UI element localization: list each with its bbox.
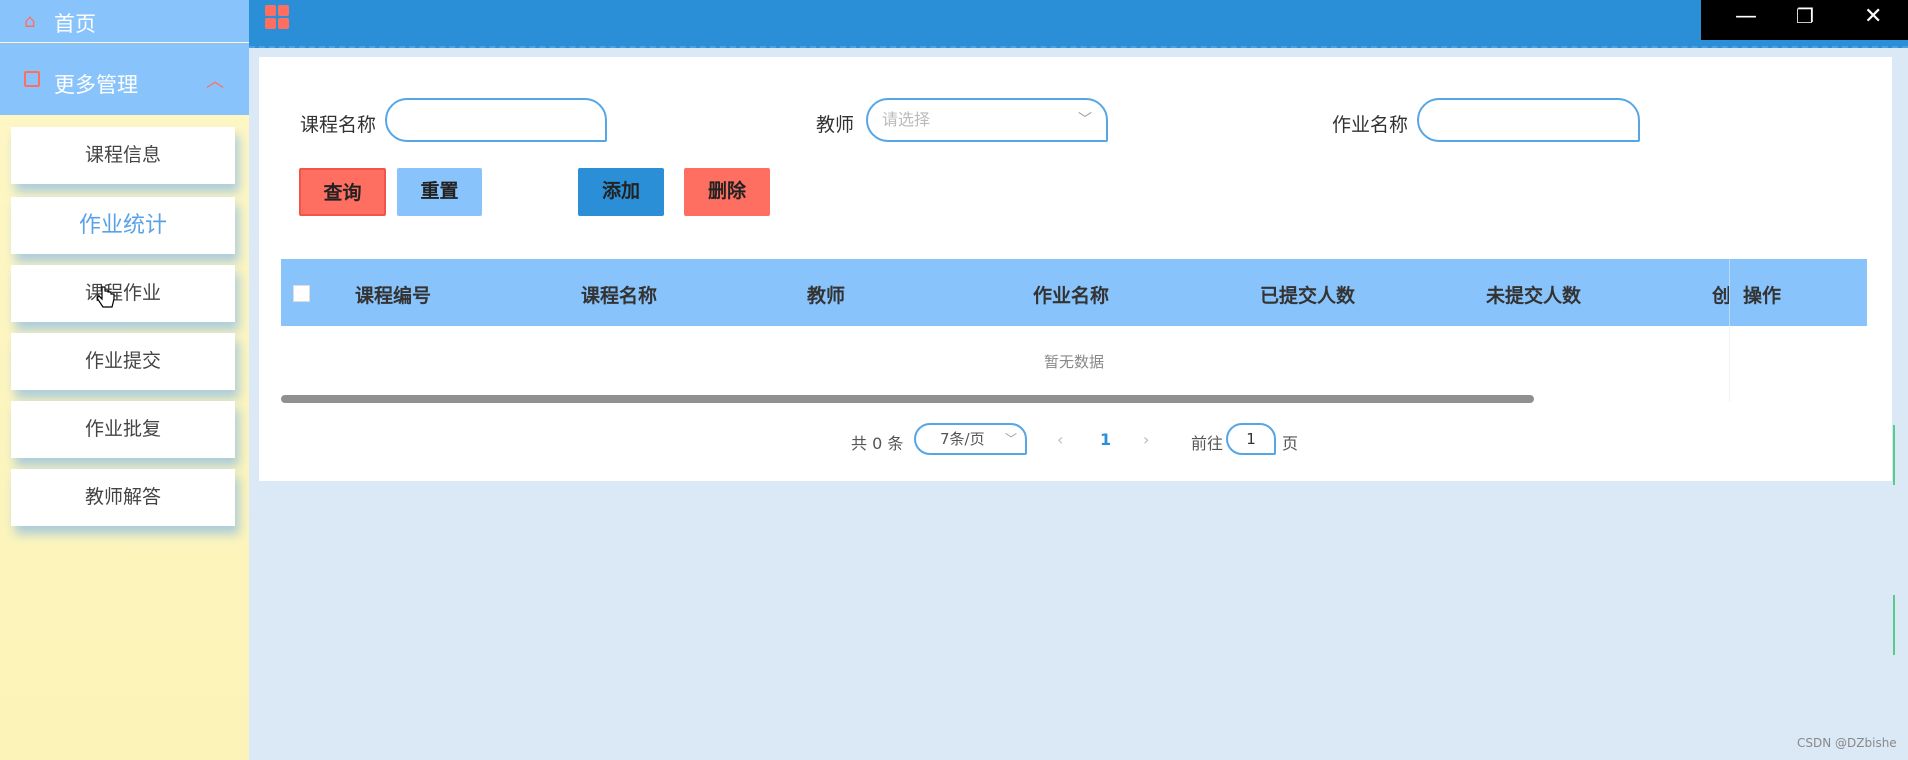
- delete-button[interactable]: 删除: [684, 168, 770, 216]
- sidebar-item-homework-stats[interactable]: 作业统计: [11, 197, 235, 254]
- pagination-total: 共 0 条: [851, 434, 904, 453]
- teacher-select-placeholder: 请选择: [882, 110, 931, 129]
- select-all-checkbox[interactable]: [293, 285, 310, 302]
- sidebar-item-course-homework[interactable]: 课程作业: [11, 265, 235, 322]
- teacher-label: 教师: [816, 114, 855, 136]
- column-course-id[interactable]: 课程编号: [355, 281, 431, 308]
- query-button[interactable]: 查询: [299, 168, 386, 216]
- sidebar-home-label: 首页: [54, 12, 96, 36]
- table-header: 课程编号 课程名称 教师 作业名称 已提交人数 未提交人数 创 操作: [281, 259, 1867, 326]
- course-name-input[interactable]: [385, 98, 607, 142]
- side-scroll-indicator: [1893, 425, 1903, 485]
- grid-menu-icon[interactable]: [265, 5, 291, 31]
- homework-name-input[interactable]: [1417, 98, 1640, 142]
- hand-cursor-icon: [96, 286, 115, 308]
- top-bar: [249, 0, 1908, 48]
- minimize-icon[interactable]: —: [1735, 4, 1757, 29]
- page-size-select[interactable]: 7条/页 ﹀: [914, 423, 1027, 455]
- sidebar: ⌂ 首页 更多管理 ︿ 课程信息 作业统计 课程作业 作业提交 作业批复 教师解…: [0, 0, 249, 760]
- chevron-down-icon: ﹀: [1078, 112, 1092, 128]
- column-actions: 操作: [1743, 285, 1782, 307]
- side-scroll-indicator: [1893, 595, 1903, 655]
- course-name-label: 课程名称: [300, 114, 377, 136]
- sidebar-item-teacher-answer[interactable]: 教师解答: [11, 469, 235, 526]
- add-button[interactable]: 添加: [578, 168, 664, 216]
- sidebar-item-homework-submit[interactable]: 作业提交: [11, 333, 235, 390]
- window-controls: — ❐ ✕: [1701, 0, 1908, 40]
- column-homework-name[interactable]: 作业名称: [1033, 281, 1109, 308]
- sidebar-home[interactable]: ⌂ 首页: [0, 0, 249, 42]
- reset-button[interactable]: 重置: [397, 168, 482, 216]
- horizontal-scrollbar[interactable]: [281, 395, 1534, 403]
- goto-label: 前往: [1191, 434, 1224, 453]
- homework-name-label: 作业名称: [1332, 114, 1409, 136]
- document-icon: [24, 71, 40, 87]
- sidebar-item-course-info[interactable]: 课程信息: [11, 127, 235, 184]
- current-page-number[interactable]: 1: [1100, 430, 1111, 449]
- chevron-up-icon: ︿: [206, 71, 224, 92]
- column-unsubmitted-count[interactable]: 未提交人数: [1486, 281, 1581, 308]
- empty-state-text: 暂无数据: [1043, 353, 1104, 371]
- column-course-name[interactable]: 课程名称: [581, 281, 657, 308]
- restore-icon[interactable]: ❐: [1796, 4, 1814, 28]
- table-body: 暂无数据: [281, 326, 1867, 402]
- sidebar-item-homework-review[interactable]: 作业批复: [11, 401, 235, 458]
- watermark: CSDN @DZbishe: [1797, 736, 1897, 750]
- sidebar-more-management[interactable]: 更多管理 ︿: [0, 43, 249, 115]
- close-icon[interactable]: ✕: [1864, 4, 1882, 29]
- next-page-icon[interactable]: ›: [1143, 430, 1149, 449]
- page-size-value: 7条/页: [940, 430, 985, 448]
- column-submitted-count[interactable]: 已提交人数: [1260, 281, 1355, 308]
- chevron-down-icon: ﹀: [1004, 432, 1017, 446]
- page-suffix-label: 页: [1282, 434, 1299, 453]
- sidebar-more-label: 更多管理: [54, 73, 138, 97]
- teacher-select[interactable]: 请选择 ﹀: [866, 98, 1108, 142]
- column-divider: [1729, 259, 1730, 326]
- home-icon: ⌂: [24, 11, 36, 32]
- column-teacher[interactable]: 教师: [807, 281, 845, 308]
- goto-page-input[interactable]: 1: [1226, 423, 1276, 455]
- prev-page-icon[interactable]: ‹: [1057, 430, 1063, 449]
